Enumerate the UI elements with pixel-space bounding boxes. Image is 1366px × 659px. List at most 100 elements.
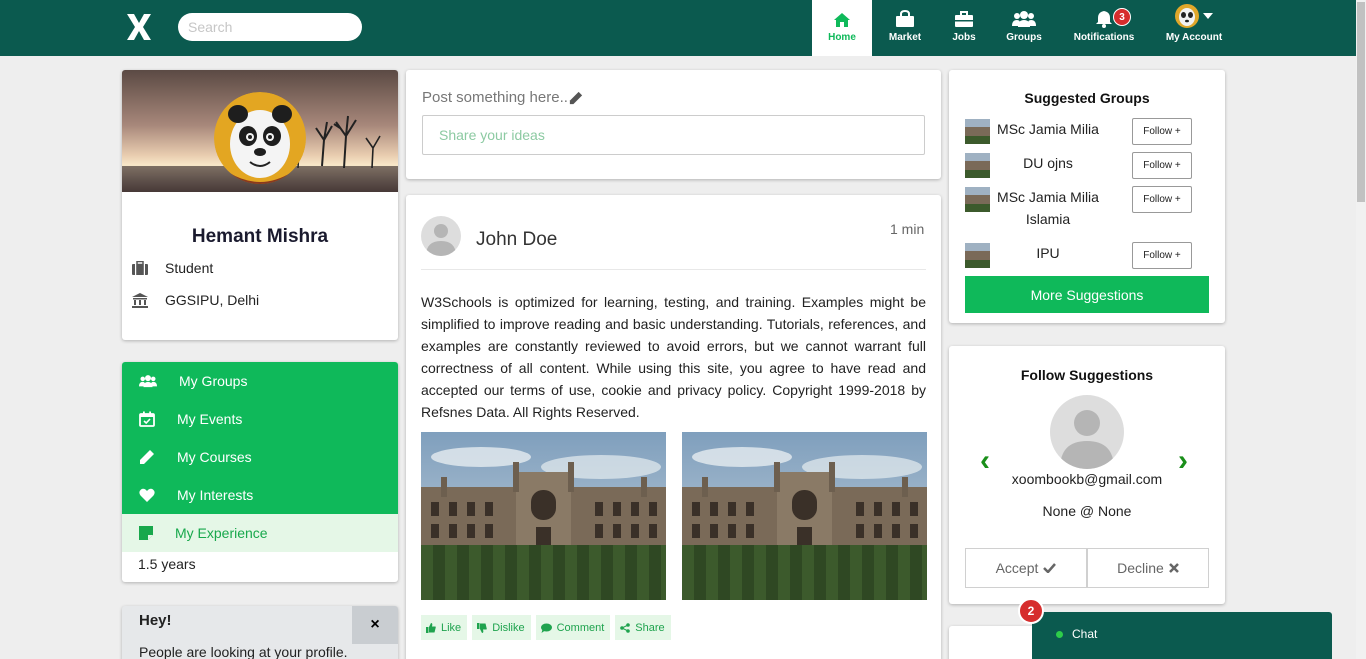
- menu-my-experience[interactable]: My Experience: [122, 514, 398, 552]
- nav-label: My Account: [1165, 32, 1223, 43]
- alert-title: Hey!: [139, 612, 172, 629]
- more-suggestions-button[interactable]: More Suggestions: [965, 276, 1209, 313]
- like-label: Like: [441, 621, 462, 634]
- share-button[interactable]: Share: [615, 615, 671, 640]
- profile-avatar[interactable]: [214, 92, 306, 184]
- close-icon: [1168, 563, 1179, 573]
- suggested-user-email: xoombookb@gmail.com: [1011, 471, 1163, 487]
- pencil-icon: [140, 450, 154, 464]
- decline-label: Decline: [1117, 560, 1164, 576]
- nav-groups[interactable]: Groups: [999, 0, 1049, 56]
- check-icon: [1043, 563, 1057, 573]
- top-navbar: Home Market Jobs Groups Notifications 3 …: [0, 0, 1356, 56]
- suggested-user-avatar[interactable]: [1050, 395, 1124, 469]
- avatar-icon: [1174, 4, 1199, 28]
- sticky-note-icon: [139, 526, 153, 540]
- post-body: W3Schools is optimized for learning, tes…: [421, 294, 926, 420]
- search-input[interactable]: [178, 13, 362, 41]
- group-thumbnail: [965, 153, 990, 178]
- group-name[interactable]: MSc Jamia Milia: [993, 118, 1103, 140]
- menu-label: My Groups: [179, 373, 248, 389]
- nav-home[interactable]: Home: [812, 0, 872, 56]
- post-composer: Post something here..: [406, 70, 941, 179]
- group-name[interactable]: DU ojns: [993, 152, 1103, 174]
- share-icon: [620, 622, 631, 633]
- briefcase-icon: [955, 11, 973, 27]
- heart-icon: [139, 488, 155, 502]
- post-image[interactable]: [682, 432, 927, 600]
- like-button[interactable]: Like: [421, 615, 468, 640]
- pencil-icon: [569, 91, 583, 104]
- follow-button[interactable]: Follow +: [1132, 186, 1192, 213]
- profile-institution: GGSIPU, Delhi: [132, 292, 259, 308]
- post-author[interactable]: John Doe: [476, 229, 557, 251]
- post-timestamp: 1 min: [890, 221, 925, 237]
- menu-my-courses[interactable]: My Courses: [122, 438, 398, 476]
- follow-button[interactable]: Follow +: [1132, 242, 1192, 269]
- profile-role: Student: [132, 260, 213, 276]
- follow-button[interactable]: Follow +: [1132, 118, 1192, 145]
- close-button[interactable]: ×: [352, 606, 398, 644]
- nav-notifications[interactable]: Notifications: [1070, 0, 1138, 56]
- nav-label: Groups: [1006, 32, 1042, 43]
- notification-badge: 3: [1113, 8, 1131, 26]
- nav-label: Jobs: [952, 32, 976, 43]
- chat-badge: 2: [1018, 598, 1044, 624]
- profile-menu: My Groups My Events My Courses My Intere…: [122, 362, 398, 582]
- scrollbar-thumb[interactable]: [1357, 2, 1365, 202]
- decline-button[interactable]: Decline: [1087, 548, 1209, 588]
- section-title: Follow Suggestions: [1020, 367, 1154, 383]
- logo-icon[interactable]: [126, 12, 152, 42]
- calendar-check-icon: [139, 411, 155, 427]
- menu-label: My Events: [177, 411, 243, 427]
- home-icon: [834, 13, 850, 27]
- suggested-user-org: None @ None: [1042, 503, 1132, 519]
- composer-hint: Post something here..: [422, 89, 583, 106]
- composer-hint-text: Post something here..: [422, 89, 568, 106]
- menu-my-interests[interactable]: My Interests: [122, 476, 398, 514]
- bell-icon: [1096, 11, 1112, 28]
- profile-views-alert: Hey! × People are looking at your profil…: [122, 606, 398, 659]
- users-icon: [139, 374, 157, 387]
- experience-value: 1.5 years: [138, 556, 196, 572]
- follow-button[interactable]: Follow +: [1132, 152, 1192, 179]
- shopping-bag-icon: [896, 10, 914, 27]
- post-actions: Like Dislike Comment Share: [421, 615, 676, 640]
- chat-bar[interactable]: Chat: [1032, 612, 1332, 659]
- menu-label: My Experience: [175, 525, 268, 541]
- menu-my-groups[interactable]: My Groups: [122, 362, 398, 400]
- group-name[interactable]: MSc Jamia Milia Islamia: [993, 186, 1103, 230]
- post-card: John Doe 1 min W3Schools is optimized fo…: [406, 195, 941, 659]
- group-thumbnail: [965, 187, 990, 212]
- comment-label: Comment: [556, 621, 605, 634]
- briefcase-icon: [132, 261, 148, 275]
- group-thumbnail: [965, 119, 990, 144]
- menu-my-events[interactable]: My Events: [122, 400, 398, 438]
- dislike-button[interactable]: Dislike: [472, 615, 531, 640]
- chevron-down-icon: [1202, 13, 1213, 19]
- author-avatar[interactable]: [421, 216, 461, 256]
- thumbs-up-icon: [426, 622, 436, 633]
- group-thumbnail: [965, 243, 990, 268]
- comment-icon: [540, 623, 552, 633]
- thumbs-down-icon: [477, 622, 487, 633]
- online-status-icon: [1056, 631, 1063, 638]
- share-ideas-input[interactable]: [422, 115, 925, 155]
- follow-suggestions-card: Follow Suggestions ‹ › xoombookb@gmail.c…: [949, 346, 1225, 604]
- section-title: Suggested Groups: [1024, 90, 1150, 106]
- institution-icon: [132, 292, 148, 308]
- profile-name: Hemant Mishra: [191, 226, 329, 247]
- comment-button[interactable]: Comment: [535, 615, 611, 640]
- chat-label: Chat: [1072, 627, 1098, 641]
- nav-my-account[interactable]: My Account: [1162, 0, 1226, 56]
- nav-market[interactable]: Market: [880, 0, 930, 56]
- dislike-label: Dislike: [492, 621, 525, 634]
- nav-label: Home: [828, 32, 856, 43]
- profile-institution-text: GGSIPU, Delhi: [165, 292, 260, 308]
- profile-card: Hemant Mishra Student GGSIPU, Delhi: [122, 70, 398, 340]
- group-name[interactable]: IPU: [993, 242, 1103, 264]
- accept-button[interactable]: Accept: [965, 548, 1087, 588]
- nav-jobs[interactable]: Jobs: [944, 0, 984, 56]
- alert-text: People are looking at your profile.: [139, 644, 348, 659]
- post-image[interactable]: [421, 432, 666, 600]
